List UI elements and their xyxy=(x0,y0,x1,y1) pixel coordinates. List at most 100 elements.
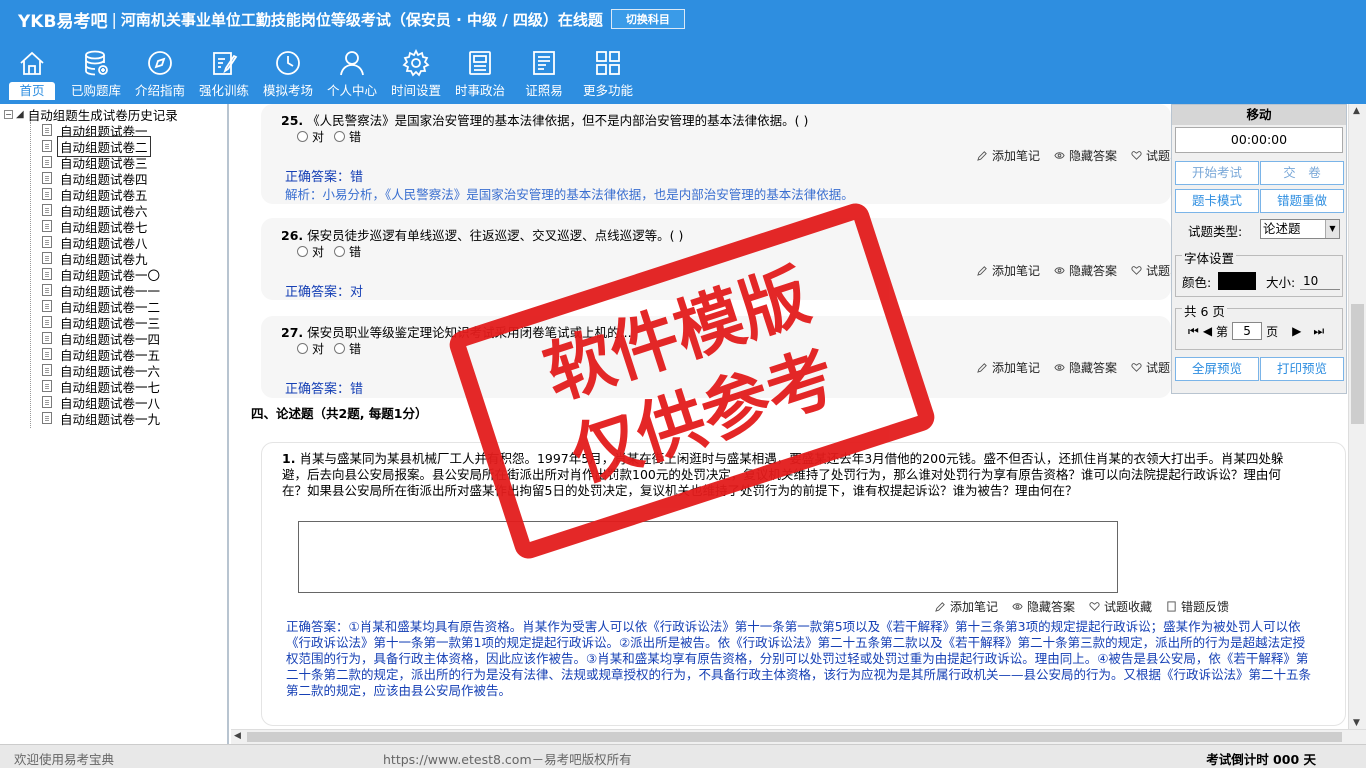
first-page-icon[interactable]: ⏮ xyxy=(1188,324,1199,339)
nav-label: 强化训练 xyxy=(198,83,249,98)
question-type-select[interactable]: 论述题 ▼ xyxy=(1260,219,1340,239)
collapse-icon[interactable]: − xyxy=(4,109,13,119)
switch-subject-button[interactable]: 切换科目 xyxy=(610,9,685,29)
correct-answer: 正确答案：错 xyxy=(285,382,364,397)
title-row: YKB易考吧 | 河南机关事业单位工勤技能岗位等级考试（保安员 · 中级 / 四… xyxy=(0,6,685,32)
gear-icon xyxy=(402,48,430,77)
question-text: 25. 《人民警察法》是国家治安管理的基本法律依据，但不是内部治安管理的基本法律… xyxy=(281,110,808,129)
nav-purchased[interactable]: 已购题库 xyxy=(64,48,128,104)
start-exam-button[interactable]: 开始考试 xyxy=(1175,161,1259,185)
hide-answer-button[interactable]: 隐藏答案 xyxy=(1012,598,1075,615)
options: 对 错 xyxy=(297,340,361,357)
add-note-button[interactable]: 添加笔记 xyxy=(935,598,998,615)
hide-answer-button[interactable]: 隐藏答案 xyxy=(1054,262,1117,279)
radio-true[interactable] xyxy=(297,246,308,257)
control-panel: 移动 00:00:00 开始考试 交 卷 题卡模式 错题重做 试题类型: 论述题… xyxy=(1171,104,1347,394)
nav-label: 首页 xyxy=(9,82,55,100)
user-icon xyxy=(340,51,364,76)
pencil-icon xyxy=(977,151,987,161)
question-number: 1. xyxy=(282,451,296,466)
page-count-title: 共 6 页 xyxy=(1182,301,1227,320)
app-title: 河南机关事业单位工勤技能岗位等级考试（保安员 · 中级 / 四级）在线题 xyxy=(120,10,603,29)
pencil-icon xyxy=(977,363,987,373)
nav-label: 证照易 xyxy=(525,83,563,98)
nav-current-affairs[interactable]: 时事政治 xyxy=(448,48,512,104)
tree-list: 自动组题试卷一 自动组题试卷二 自动组题试卷三 自动组题试卷四 自动组题试卷五 自动组题试… xyxy=(0,122,227,427)
dropdown-arrow-icon: ▼ xyxy=(1325,220,1339,238)
size-label: 大小: xyxy=(1266,275,1296,290)
nav-more[interactable]: 更多功能 xyxy=(576,48,640,104)
question-card: 27. 保安员职业等级鉴定理论知识考试采用闭卷笔试或上机的... 对 错 添加笔… xyxy=(261,316,1235,398)
exam-countdown: 考试倒计时 000 天 xyxy=(1206,752,1316,767)
page-input[interactable]: 5 xyxy=(1232,322,1263,340)
scroll-thumb[interactable] xyxy=(1351,304,1364,424)
fullscreen-preview-button[interactable]: 全屏预览 xyxy=(1175,357,1259,381)
triangle-down-icon: ◢ xyxy=(16,108,24,120)
report-button[interactable]: 错题反馈 xyxy=(1166,598,1229,615)
radio-true[interactable] xyxy=(297,131,308,142)
copyright-text: https://www.etest8.com－易考吧版权所有 xyxy=(383,752,632,767)
card-mode-button[interactable]: 题卡模式 xyxy=(1175,189,1259,213)
horizontal-scrollbar[interactable]: ◀ xyxy=(231,729,1366,744)
app-header: YKB易考吧 | 河南机关事业单位工勤技能岗位等级考试（保安员 · 中级 / 四… xyxy=(0,0,1366,104)
nav-time-settings[interactable]: 时间设置 xyxy=(384,48,448,104)
next-page-icon[interactable]: ▶ xyxy=(1292,324,1301,338)
tool-label: 添加笔记 xyxy=(991,264,1040,278)
add-note-button[interactable]: 添加笔记 xyxy=(977,262,1040,279)
nav-training[interactable]: 强化训练 xyxy=(192,48,256,104)
option-false-label: 错 xyxy=(349,245,362,259)
tree-item-label: 自动组题试卷一九 xyxy=(60,411,161,427)
heart-icon xyxy=(1131,363,1142,372)
question-text: 26. 保安员徒步巡逻有单线巡逻、往返巡逻、交叉巡逻、点线巡逻等。( ) xyxy=(281,225,683,244)
tool-label: 隐藏答案 xyxy=(1068,264,1117,278)
question-body: 肖某与盛某同为某县机械厂工人并有积怨。1997年5月，肖某在街上闲逛时与盛某相遇… xyxy=(282,451,1284,498)
answer-textarea[interactable] xyxy=(298,521,1118,593)
option-false-label: 错 xyxy=(349,130,362,144)
add-note-button[interactable]: 添加笔记 xyxy=(977,147,1040,164)
vertical-scrollbar[interactable]: ▲ ▼ xyxy=(1348,104,1366,730)
radio-false[interactable] xyxy=(334,246,346,257)
prev-page-icon[interactable]: ◀ xyxy=(1203,324,1212,338)
font-size-input[interactable]: 10 xyxy=(1300,272,1340,290)
option-true-label: 对 xyxy=(312,245,325,259)
title-separator: | xyxy=(111,9,117,29)
nav-mock-exam[interactable]: 模拟考场 xyxy=(256,48,320,104)
print-preview-button[interactable]: 打印预览 xyxy=(1260,357,1344,381)
favorite-button[interactable]: 试题收藏 xyxy=(1089,598,1152,615)
question-type-label: 试题类型: xyxy=(1188,224,1243,239)
panel-title[interactable]: 移动 xyxy=(1172,105,1346,125)
hide-answer-button[interactable]: 隐藏答案 xyxy=(1054,147,1117,164)
scroll-thumb[interactable] xyxy=(247,732,1342,742)
edit-icon xyxy=(213,52,238,75)
question-card: 25. 《人民警察法》是国家治安管理的基本法律依据，但不是内部治安管理的基本法律… xyxy=(261,104,1235,204)
radio-false[interactable] xyxy=(334,131,346,142)
hide-answer-button[interactable]: 隐藏答案 xyxy=(1054,359,1117,376)
nav-certificate[interactable]: 证照易 xyxy=(512,48,576,104)
scroll-left-icon[interactable]: ◀ xyxy=(234,731,241,741)
nav-home[interactable]: 首页 xyxy=(0,48,64,104)
last-page-icon[interactable]: ⏭ xyxy=(1313,324,1324,339)
flag-icon xyxy=(1167,601,1176,612)
tool-label: 隐藏答案 xyxy=(1026,600,1075,614)
question-type-value: 论述题 xyxy=(1263,221,1301,236)
scroll-down-icon[interactable]: ▼ xyxy=(1353,718,1360,728)
compass-icon xyxy=(148,51,172,75)
document-icon xyxy=(42,268,52,280)
nav-label: 更多功能 xyxy=(582,83,633,98)
correct-answer: 正确答案：错 xyxy=(285,170,364,185)
exam-timer: 00:00:00 xyxy=(1175,127,1343,153)
color-swatch[interactable] xyxy=(1218,272,1256,290)
radio-true[interactable] xyxy=(297,343,308,354)
add-note-button[interactable]: 添加笔记 xyxy=(977,359,1040,376)
scroll-up-icon[interactable]: ▲ xyxy=(1353,106,1360,116)
nav-profile[interactable]: 个人中心 xyxy=(320,48,384,104)
tree-item[interactable]: 自动组题试卷一九 xyxy=(0,410,227,427)
font-settings-title: 字体设置 xyxy=(1182,248,1237,267)
document-icon xyxy=(42,364,52,376)
radio-false[interactable] xyxy=(334,343,346,354)
nav-guide[interactable]: 介绍指南 xyxy=(128,48,192,104)
document-icon xyxy=(42,396,52,408)
tool-label: 试题收藏 xyxy=(1103,600,1152,614)
submit-button[interactable]: 交 卷 xyxy=(1260,161,1344,185)
redo-wrong-button[interactable]: 错题重做 xyxy=(1260,189,1344,213)
